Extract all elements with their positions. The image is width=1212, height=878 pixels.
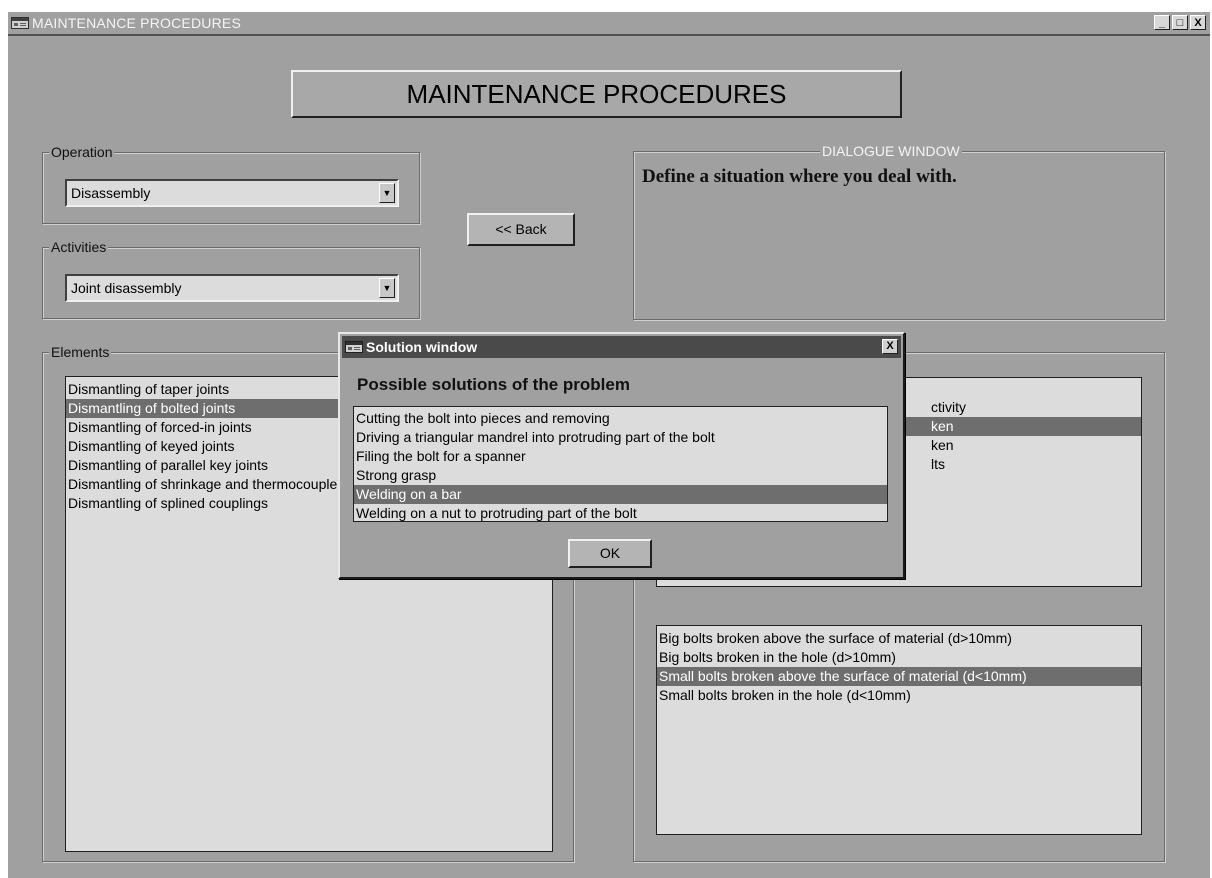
ok-button[interactable]: OK xyxy=(568,539,652,568)
chevron-down-icon[interactable]: ▼ xyxy=(379,183,395,203)
activities-group: Activities Joint disassembly ▼ xyxy=(42,239,420,319)
back-button[interactable]: << Back xyxy=(467,213,575,246)
chevron-down-icon[interactable]: ▼ xyxy=(379,278,395,298)
list-item[interactable]: Driving a triangular mandrel into protru… xyxy=(354,428,887,447)
operation-group: Operation Disassembly ▼ xyxy=(42,144,420,224)
dialogue-label: DIALOGUE WINDOW xyxy=(820,143,962,159)
list-item[interactable]: Small bolts broken above the surface of … xyxy=(657,667,1141,686)
close-button[interactable]: X xyxy=(1190,15,1206,30)
list-item[interactable]: Welding on a bar xyxy=(354,485,887,504)
main-window: MAINTENANCE PROCEDURES _ □ X MAINTENANCE… xyxy=(8,12,1210,878)
dialogue-group: DIALOGUE WINDOW Define a situation where… xyxy=(633,143,1165,320)
operation-dropdown[interactable]: Disassembly ▼ xyxy=(65,179,399,207)
operation-label: Operation xyxy=(49,144,115,160)
solution-title-bar: Solution window X xyxy=(342,336,901,358)
list-item[interactable]: Welding on a nut to protruding part of t… xyxy=(354,504,887,521)
list-item[interactable]: Big bolts broken above the surface of ma… xyxy=(657,629,1141,648)
operation-value: Disassembly xyxy=(71,185,151,201)
activities-value: Joint disassembly xyxy=(71,280,182,296)
list-item[interactable]: Filing the bolt for a spanner xyxy=(354,447,887,466)
maximize-button[interactable]: □ xyxy=(1172,15,1188,30)
app-window-icon xyxy=(11,17,29,29)
solution-window-title: Solution window xyxy=(366,339,478,355)
list-item[interactable]: Small bolts broken in the hole (d<10mm) xyxy=(657,686,1141,705)
solutions-listbox[interactable]: Cutting the bolt into pieces and removin… xyxy=(353,406,888,522)
app-window-icon xyxy=(345,341,363,353)
elements-label: Elements xyxy=(49,344,112,360)
window-title: MAINTENANCE PROCEDURES xyxy=(32,15,241,31)
main-title-banner: MAINTENANCE PROCEDURES xyxy=(291,70,902,118)
close-icon[interactable]: X xyxy=(882,339,898,354)
list-item[interactable]: Strong grasp xyxy=(354,466,887,485)
situations-listbox[interactable]: Big bolts broken above the surface of ma… xyxy=(656,625,1142,835)
title-bar: MAINTENANCE PROCEDURES _ □ X xyxy=(8,12,1210,36)
list-item[interactable]: Cutting the bolt into pieces and removin… xyxy=(354,409,887,428)
solution-window: Solution window X Possible solutions of … xyxy=(338,332,905,579)
minimize-button[interactable]: _ xyxy=(1154,15,1170,30)
activities-dropdown[interactable]: Joint disassembly ▼ xyxy=(65,274,399,302)
list-item[interactable]: Big bolts broken in the hole (d>10mm) xyxy=(657,648,1141,667)
dialogue-text: Define a situation where you deal with. xyxy=(642,166,957,187)
activities-label: Activities xyxy=(49,239,109,255)
solution-heading: Possible solutions of the problem xyxy=(357,375,630,394)
